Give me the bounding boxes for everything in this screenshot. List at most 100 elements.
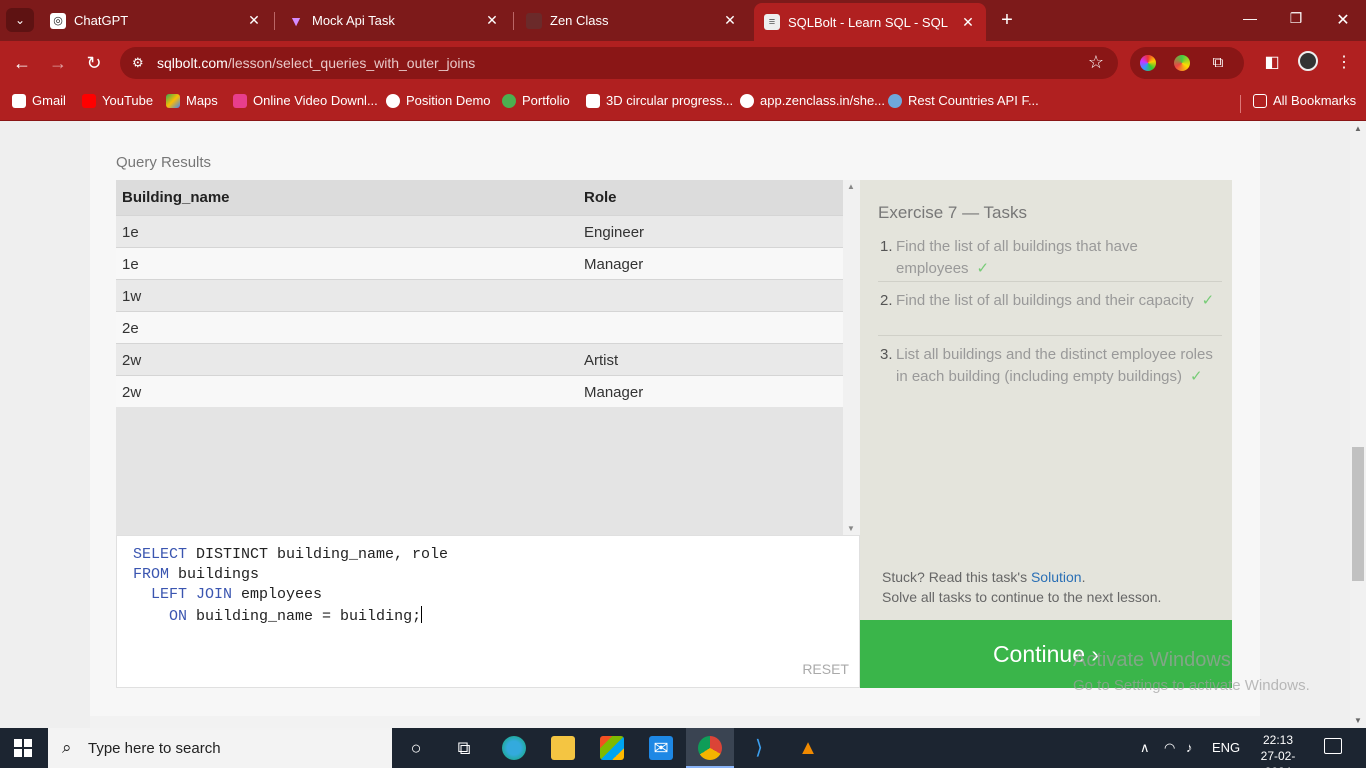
rest-countries-icon — [888, 93, 902, 108]
bookmark-3d-progress[interactable]: 3D circular progress... — [586, 93, 733, 108]
bookmark-youtube[interactable]: YouTube — [82, 93, 153, 108]
table-cell: 2w — [122, 352, 142, 369]
browser-toolbar: ← → ↻ ⚙ sqlbolt.com/lesson/select_querie… — [0, 41, 1366, 85]
bookmark-portfolio[interactable]: Portfolio — [502, 93, 570, 108]
task-number: 2. — [880, 292, 893, 309]
column-header: Building_name — [122, 189, 230, 206]
task-number: 3. — [880, 346, 893, 363]
wifi-icon[interactable]: ◠ — [1164, 740, 1175, 756]
taskbar-search[interactable]: ⌕ Type here to search — [48, 728, 392, 768]
scroll-down-icon[interactable]: ▼ — [847, 524, 855, 533]
close-tab-icon[interactable]: ✕ — [722, 12, 738, 29]
code-line: SELECT DISTINCT building_name, role — [133, 546, 448, 563]
store-icon[interactable] — [600, 736, 624, 760]
bookmark-label: app.zenclass.in/she... — [760, 93, 886, 108]
task-text: Find the list of all buildings and their… — [878, 290, 1222, 312]
code-line: FROM buildings — [133, 566, 259, 583]
bookmark-star-icon[interactable]: ☆ — [1088, 52, 1104, 73]
chrome-icon[interactable] — [698, 736, 722, 760]
column-header: Role — [584, 189, 617, 206]
video-download-icon — [233, 93, 247, 108]
all-bookmarks-button[interactable]: All Bookmarks — [1253, 93, 1356, 108]
bookmark-video-downloader[interactable]: Online Video Downl... — [233, 93, 378, 108]
activate-windows-subtitle: Go to Settings to activate Windows. — [1073, 677, 1310, 694]
tab-sqlbolt[interactable]: ≡ SQLBolt - Learn SQL - SQL Lesso ✕ — [754, 3, 986, 41]
color-picker-extension-icon[interactable] — [1140, 55, 1156, 71]
database-icon: ≡ — [764, 14, 780, 30]
address-bar[interactable]: ⚙ sqlbolt.com/lesson/select_queries_with… — [120, 47, 1118, 79]
sql-keyword: FROM — [133, 566, 170, 583]
forward-icon[interactable]: → — [45, 51, 71, 75]
back-icon[interactable]: ← — [9, 51, 35, 75]
mail-icon[interactable]: ✉ — [649, 736, 673, 760]
tab-title: SQLBolt - Learn SQL - SQL Lesso — [788, 14, 952, 30]
task-item: 1. Find the list of all buildings that h… — [878, 236, 1222, 282]
bookmark-rest-countries[interactable]: Rest Countries API F... — [888, 93, 1039, 108]
tab-chatgpt[interactable]: ◎ ChatGPT ✕ — [40, 4, 272, 37]
minimize-icon[interactable]: — — [1238, 10, 1262, 26]
reset-button[interactable]: RESET — [802, 661, 849, 677]
sql-keyword: LEFT JOIN — [151, 586, 233, 603]
table-cell: Manager — [584, 256, 644, 273]
vscode-icon[interactable]: ⟩ — [747, 736, 771, 760]
close-tab-icon[interactable]: ✕ — [246, 12, 262, 29]
tasks-panel: Exercise 7 — Tasks 1. Find the list of a… — [860, 180, 1232, 620]
query-results-table: Building_name Role 1e Engineer 1e Manage… — [116, 180, 860, 535]
solution-link[interactable]: Solution — [1031, 569, 1082, 585]
notifications-icon[interactable] — [1324, 738, 1342, 754]
code-text: employees — [232, 586, 323, 603]
avatar[interactable] — [1298, 51, 1318, 71]
menu-kebab-icon[interactable]: ⋮ — [1334, 52, 1354, 72]
table-cell: Artist — [584, 352, 619, 369]
file-explorer-icon[interactable] — [551, 736, 575, 760]
page-scrollbar[interactable]: ▲ ▼ — [1350, 121, 1366, 728]
scrollbar-thumb[interactable] — [1352, 447, 1364, 581]
reload-icon[interactable]: ↻ — [81, 51, 107, 75]
extension-icon[interactable] — [1174, 55, 1190, 71]
restore-icon[interactable]: ❐ — [1284, 10, 1308, 27]
extensions-puzzle-icon[interactable]: ⧉ — [1210, 55, 1226, 71]
zen-class-icon — [526, 12, 542, 29]
search-icon: ⌕ — [62, 738, 72, 757]
globe-icon — [740, 93, 754, 108]
close-tab-icon[interactable]: ✕ — [960, 14, 976, 31]
close-window-icon[interactable]: ✕ — [1331, 10, 1355, 30]
results-scrollbar[interactable]: ▲ ▼ — [843, 180, 860, 535]
scroll-down-icon[interactable]: ▼ — [1354, 716, 1362, 725]
bookmark-label: 3D circular progress... — [606, 93, 734, 108]
edge-icon[interactable] — [502, 736, 526, 760]
bookmark-label: Position Demo — [406, 93, 491, 108]
bookmark-maps[interactable]: Maps — [166, 93, 218, 108]
activate-windows-watermark: Activate Windows — [1073, 649, 1231, 671]
sql-editor[interactable]: SELECT DISTINCT building_name, role FROM… — [116, 535, 860, 688]
bookmark-zenclass[interactable]: app.zenclass.in/she... — [740, 93, 885, 108]
task-view-icon[interactable]: ⧉ — [452, 736, 476, 760]
bookmarks-separator — [1240, 95, 1241, 113]
side-panel-icon[interactable]: ◧ — [1262, 52, 1282, 72]
vlc-icon[interactable]: ▲ — [796, 736, 820, 760]
tab-mock-api[interactable]: ▼ Mock Api Task ✕ — [278, 4, 510, 37]
table-cell: 1e — [122, 256, 139, 273]
cortana-icon[interactable]: ○ — [404, 736, 428, 760]
close-tab-icon[interactable]: ✕ — [484, 12, 500, 29]
site-info-icon[interactable]: ⚙ — [132, 55, 144, 71]
windows-start-icon[interactable] — [14, 739, 32, 757]
language-indicator[interactable]: ENG — [1212, 740, 1240, 755]
task-number: 1. — [880, 238, 893, 255]
scroll-up-icon[interactable]: ▲ — [847, 182, 855, 191]
tab-zen-class[interactable]: Zen Class ✕ — [516, 4, 748, 37]
taskbar-clock[interactable]: 22:13 27-02-2024 — [1252, 732, 1304, 768]
volume-icon[interactable]: ♪ — [1186, 740, 1193, 755]
chevron-up-icon[interactable]: ∧ — [1140, 740, 1150, 756]
bookmark-label: Rest Countries API F... — [908, 93, 1039, 108]
bookmark-label: Online Video Downl... — [253, 93, 378, 108]
scroll-up-icon[interactable]: ▲ — [1354, 124, 1362, 133]
clock-time: 22:13 — [1262, 733, 1294, 747]
bookmark-gmail[interactable]: Gmail — [12, 93, 66, 108]
tab-search-button[interactable]: ⌄ — [6, 8, 34, 32]
tab-title: Zen Class — [550, 13, 609, 28]
sql-keyword: SELECT — [133, 546, 188, 563]
text-cursor — [421, 606, 423, 623]
new-tab-button[interactable]: + — [996, 9, 1018, 31]
bookmark-position-demo[interactable]: Position Demo — [386, 93, 491, 108]
